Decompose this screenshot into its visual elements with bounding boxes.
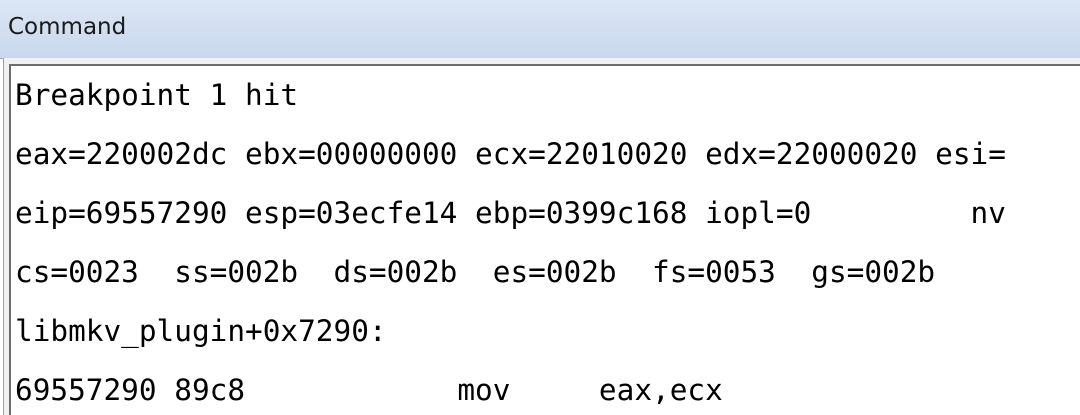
output-line: eip=69557290 esp=03ecfe14 ebp=0399c168 i…	[15, 196, 1006, 230]
output-line: 69557290 89c8 mov eax,ecx	[15, 373, 723, 407]
output-line: eax=220002dc ebx=00000000 ecx=22010020 e…	[15, 137, 1006, 171]
output-line: libmkv_plugin+0x7290:	[15, 314, 387, 348]
window-title: Command	[8, 14, 127, 40]
command-output[interactable]: Breakpoint 1 hit eax=220002dc ebx=000000…	[9, 64, 1080, 415]
output-line: cs=0023 ss=002b ds=002b es=002b fs=0053 …	[15, 255, 989, 289]
title-bar[interactable]: Command	[0, 0, 1080, 59]
output-line: Breakpoint 1 hit	[15, 78, 299, 112]
command-window: Command Breakpoint 1 hit eax=220002dc eb…	[0, 0, 1080, 415]
